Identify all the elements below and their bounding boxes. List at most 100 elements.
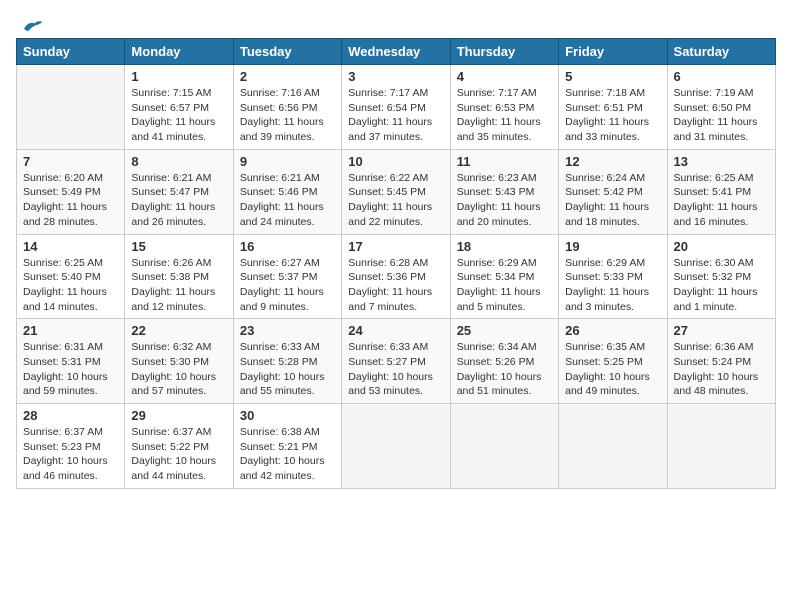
day-number: 25: [457, 323, 552, 338]
day-info: Sunrise: 6:29 AMSunset: 5:33 PMDaylight:…: [565, 256, 660, 315]
day-number: 8: [131, 154, 226, 169]
day-number: 27: [674, 323, 769, 338]
day-info: Sunrise: 6:28 AMSunset: 5:36 PMDaylight:…: [348, 256, 443, 315]
day-number: 12: [565, 154, 660, 169]
calendar-cell: 12Sunrise: 6:24 AMSunset: 5:42 PMDayligh…: [559, 149, 667, 234]
calendar-cell: 4 Sunrise: 7:17 AMSunset: 6:53 PMDaylight…: [450, 65, 558, 150]
calendar-cell: [17, 65, 125, 150]
calendar-body: 1Sunrise: 7:15 AMSunset: 6:57 PMDaylight…: [17, 65, 776, 489]
calendar-cell: 25 Sunrise: 6:34 AMSunset: 5:26 PMDayligh…: [450, 319, 558, 404]
day-info: Sunrise: 6:22 AMSunset: 5:45 PMDaylight:…: [348, 171, 443, 230]
calendar-week-row: 14 Sunrise: 6:25 AMSunset: 5:40 PMDayligh…: [17, 234, 776, 319]
day-info: Sunrise: 6:38 AMSunset: 5:21 PMDaylight:…: [240, 425, 335, 484]
calendar-day-header: Tuesday: [233, 39, 341, 65]
day-info: Sunrise: 6:34 AMSunset: 5:26 PMDaylight:…: [457, 340, 552, 399]
day-number: 7: [23, 154, 118, 169]
day-number: 4: [457, 69, 552, 84]
calendar-week-row: 1Sunrise: 7:15 AMSunset: 6:57 PMDaylight…: [17, 65, 776, 150]
logo-bird-icon: [20, 16, 44, 34]
calendar-cell: 28Sunrise: 6:37 AMSunset: 5:23 PMDayligh…: [17, 404, 125, 489]
calendar-cell: 19Sunrise: 6:29 AMSunset: 5:33 PMDayligh…: [559, 234, 667, 319]
day-number: 22: [131, 323, 226, 338]
day-info: Sunrise: 6:25 AMSunset: 5:40 PMDaylight:…: [23, 256, 118, 315]
calendar-cell: 24 Sunrise: 6:33 AMSunset: 5:27 PMDayligh…: [342, 319, 450, 404]
calendar-cell: 16 Sunrise: 6:27 AMSunset: 5:37 PMDayligh…: [233, 234, 341, 319]
calendar-day-header: Thursday: [450, 39, 558, 65]
day-number: 24: [348, 323, 443, 338]
day-info: Sunrise: 6:36 AMSunset: 5:24 PMDaylight:…: [674, 340, 769, 399]
calendar-cell: 30 Sunrise: 6:38 AMSunset: 5:21 PMDayligh…: [233, 404, 341, 489]
day-info: Sunrise: 7:18 AMSunset: 6:51 PMDaylight:…: [565, 86, 660, 145]
calendar-week-row: 7 Sunrise: 6:20 AMSunset: 5:49 PMDaylight…: [17, 149, 776, 234]
logo: [16, 16, 44, 30]
day-number: 14: [23, 239, 118, 254]
calendar-day-header: Friday: [559, 39, 667, 65]
day-info: Sunrise: 6:21 AMSunset: 5:47 PMDaylight:…: [131, 171, 226, 230]
calendar-cell: 13 Sunrise: 6:25 AMSunset: 5:41 PMDayligh…: [667, 149, 775, 234]
day-info: Sunrise: 6:33 AMSunset: 5:28 PMDaylight:…: [240, 340, 335, 399]
calendar-cell: 18Sunrise: 6:29 AMSunset: 5:34 PMDayligh…: [450, 234, 558, 319]
day-info: Sunrise: 6:37 AMSunset: 5:23 PMDaylight:…: [23, 425, 118, 484]
day-number: 10: [348, 154, 443, 169]
day-number: 20: [674, 239, 769, 254]
day-number: 13: [674, 154, 769, 169]
calendar-day-header: Saturday: [667, 39, 775, 65]
day-info: Sunrise: 7:17 AMSunset: 6:54 PMDaylight:…: [348, 86, 443, 145]
calendar-day-header: Monday: [125, 39, 233, 65]
day-info: Sunrise: 6:25 AMSunset: 5:41 PMDaylight:…: [674, 171, 769, 230]
day-number: 1: [131, 69, 226, 84]
day-number: 3: [348, 69, 443, 84]
day-number: 11: [457, 154, 552, 169]
calendar-cell: 21Sunrise: 6:31 AMSunset: 5:31 PMDayligh…: [17, 319, 125, 404]
day-info: Sunrise: 6:23 AMSunset: 5:43 PMDaylight:…: [457, 171, 552, 230]
day-info: Sunrise: 6:20 AMSunset: 5:49 PMDaylight:…: [23, 171, 118, 230]
calendar-cell: 8 Sunrise: 6:21 AMSunset: 5:47 PMDaylight…: [125, 149, 233, 234]
day-info: Sunrise: 6:33 AMSunset: 5:27 PMDaylight:…: [348, 340, 443, 399]
page-header: [16, 16, 776, 30]
day-info: Sunrise: 6:35 AMSunset: 5:25 PMDaylight:…: [565, 340, 660, 399]
calendar-cell: 20 Sunrise: 6:30 AMSunset: 5:32 PMDayligh…: [667, 234, 775, 319]
day-info: Sunrise: 7:16 AMSunset: 6:56 PMDaylight:…: [240, 86, 335, 145]
day-info: Sunrise: 6:27 AMSunset: 5:37 PMDaylight:…: [240, 256, 335, 315]
calendar-cell: 2 Sunrise: 7:16 AMSunset: 6:56 PMDaylight…: [233, 65, 341, 150]
day-info: Sunrise: 6:32 AMSunset: 5:30 PMDaylight:…: [131, 340, 226, 399]
calendar-cell: 3 Sunrise: 7:17 AMSunset: 6:54 PMDaylight…: [342, 65, 450, 150]
day-number: 9: [240, 154, 335, 169]
calendar-cell: [342, 404, 450, 489]
day-number: 16: [240, 239, 335, 254]
calendar-day-header: Wednesday: [342, 39, 450, 65]
day-info: Sunrise: 6:26 AMSunset: 5:38 PMDaylight:…: [131, 256, 226, 315]
day-number: 21: [23, 323, 118, 338]
calendar-cell: 9 Sunrise: 6:21 AMSunset: 5:46 PMDaylight…: [233, 149, 341, 234]
calendar-cell: 23 Sunrise: 6:33 AMSunset: 5:28 PMDayligh…: [233, 319, 341, 404]
calendar-cell: [450, 404, 558, 489]
calendar-table: SundayMondayTuesdayWednesdayThursdayFrid…: [16, 38, 776, 489]
day-info: Sunrise: 6:37 AMSunset: 5:22 PMDaylight:…: [131, 425, 226, 484]
day-info: Sunrise: 6:30 AMSunset: 5:32 PMDaylight:…: [674, 256, 769, 315]
day-number: 6: [674, 69, 769, 84]
day-number: 17: [348, 239, 443, 254]
calendar-cell: [667, 404, 775, 489]
day-number: 18: [457, 239, 552, 254]
calendar-cell: 26Sunrise: 6:35 AMSunset: 5:25 PMDayligh…: [559, 319, 667, 404]
day-number: 23: [240, 323, 335, 338]
calendar-cell: 7 Sunrise: 6:20 AMSunset: 5:49 PMDaylight…: [17, 149, 125, 234]
calendar-cell: [559, 404, 667, 489]
calendar-cell: 6 Sunrise: 7:19 AMSunset: 6:50 PMDaylight…: [667, 65, 775, 150]
calendar-cell: 5 Sunrise: 7:18 AMSunset: 6:51 PMDaylight…: [559, 65, 667, 150]
calendar-header: SundayMondayTuesdayWednesdayThursdayFrid…: [17, 39, 776, 65]
calendar-cell: 1Sunrise: 7:15 AMSunset: 6:57 PMDaylight…: [125, 65, 233, 150]
calendar-week-row: 28Sunrise: 6:37 AMSunset: 5:23 PMDayligh…: [17, 404, 776, 489]
day-info: Sunrise: 7:19 AMSunset: 6:50 PMDaylight:…: [674, 86, 769, 145]
calendar-cell: 11 Sunrise: 6:23 AMSunset: 5:43 PMDayligh…: [450, 149, 558, 234]
day-number: 29: [131, 408, 226, 423]
day-number: 5: [565, 69, 660, 84]
day-info: Sunrise: 7:17 AMSunset: 6:53 PMDaylight:…: [457, 86, 552, 145]
calendar-day-header: Sunday: [17, 39, 125, 65]
day-number: 2: [240, 69, 335, 84]
calendar-cell: 14 Sunrise: 6:25 AMSunset: 5:40 PMDayligh…: [17, 234, 125, 319]
calendar-week-row: 21Sunrise: 6:31 AMSunset: 5:31 PMDayligh…: [17, 319, 776, 404]
day-number: 30: [240, 408, 335, 423]
calendar-cell: 15Sunrise: 6:26 AMSunset: 5:38 PMDayligh…: [125, 234, 233, 319]
day-info: Sunrise: 6:21 AMSunset: 5:46 PMDaylight:…: [240, 171, 335, 230]
